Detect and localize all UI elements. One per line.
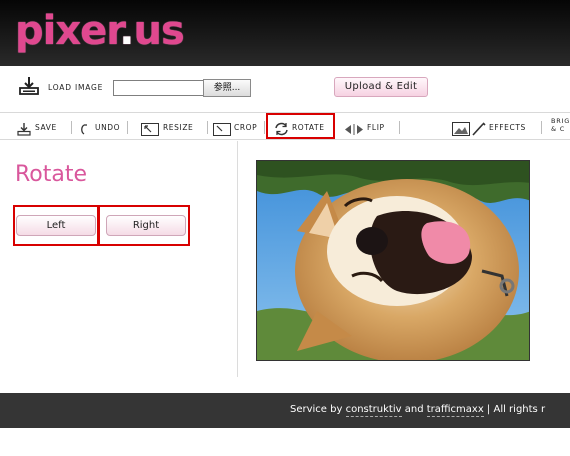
panel-divider: [237, 141, 238, 377]
site-footer: Service by construktiv and trafficmaxx |…: [0, 393, 570, 428]
footer-credits: Service by construktiv and trafficmaxx |…: [290, 404, 546, 417]
rotate-tool-highlight: [266, 113, 335, 139]
panel-title: Rotate: [15, 162, 88, 187]
footer-suffix: | All rights r: [483, 404, 546, 415]
toolbar-separator: [127, 121, 128, 134]
footer-link-construktiv[interactable]: construktiv: [345, 404, 402, 417]
brightness-tool[interactable]: BRIG & C: [551, 117, 570, 133]
file-path-input[interactable]: [113, 80, 204, 96]
toolbar-separator: [399, 121, 400, 134]
undo-tool[interactable]: UNDO: [80, 120, 121, 135]
load-image-label: LOAD IMAGE: [48, 83, 104, 92]
save-label: SAVE: [35, 122, 57, 132]
browse-button[interactable]: 参照...: [203, 79, 251, 97]
flip-label: FLIP: [367, 122, 385, 132]
logo-text-main: pixer: [15, 8, 120, 54]
toolbar-separator: [264, 121, 265, 134]
brightness-label-line2: & C: [551, 125, 566, 133]
logo-dot: .: [119, 8, 134, 54]
crop-tool[interactable]: CROP: [213, 120, 258, 136]
effects-tool[interactable]: EFFECTS: [452, 120, 526, 136]
effects-label: EFFECTS: [489, 122, 526, 132]
undo-icon: [80, 121, 92, 135]
dog-photo: [257, 161, 529, 360]
load-image-icon: [18, 76, 40, 96]
crop-icon: [213, 121, 231, 136]
toolbar-separator: [207, 121, 208, 134]
logo-text-tld: us: [133, 8, 185, 54]
flip-tool[interactable]: FLIP: [344, 120, 385, 135]
toolbar-separator: [541, 121, 542, 134]
resize-label: RESIZE: [163, 122, 194, 132]
footer-middle: and: [401, 404, 427, 415]
brightness-label-line1: BRIG: [551, 117, 570, 125]
rotate-right-highlight: [98, 205, 190, 246]
site-header: pixer.us: [0, 0, 570, 66]
undo-label: UNDO: [95, 122, 121, 132]
footer-link-trafficmaxx[interactable]: trafficmaxx: [426, 404, 484, 417]
resize-icon: [141, 121, 159, 136]
rotate-left-highlight: [13, 205, 99, 246]
toolbar-separator: [71, 121, 72, 134]
effects-icon: [452, 121, 486, 136]
save-tool[interactable]: SAVE: [16, 120, 57, 136]
site-logo[interactable]: pixer.us: [15, 6, 185, 56]
crop-label: CROP: [234, 122, 258, 132]
save-icon: [16, 121, 32, 136]
flip-icon: [344, 121, 364, 135]
image-preview: [256, 160, 530, 361]
footer-prefix: Service by: [290, 404, 346, 415]
upload-edit-button[interactable]: Upload & Edit: [334, 77, 428, 97]
resize-tool[interactable]: RESIZE: [141, 120, 194, 136]
